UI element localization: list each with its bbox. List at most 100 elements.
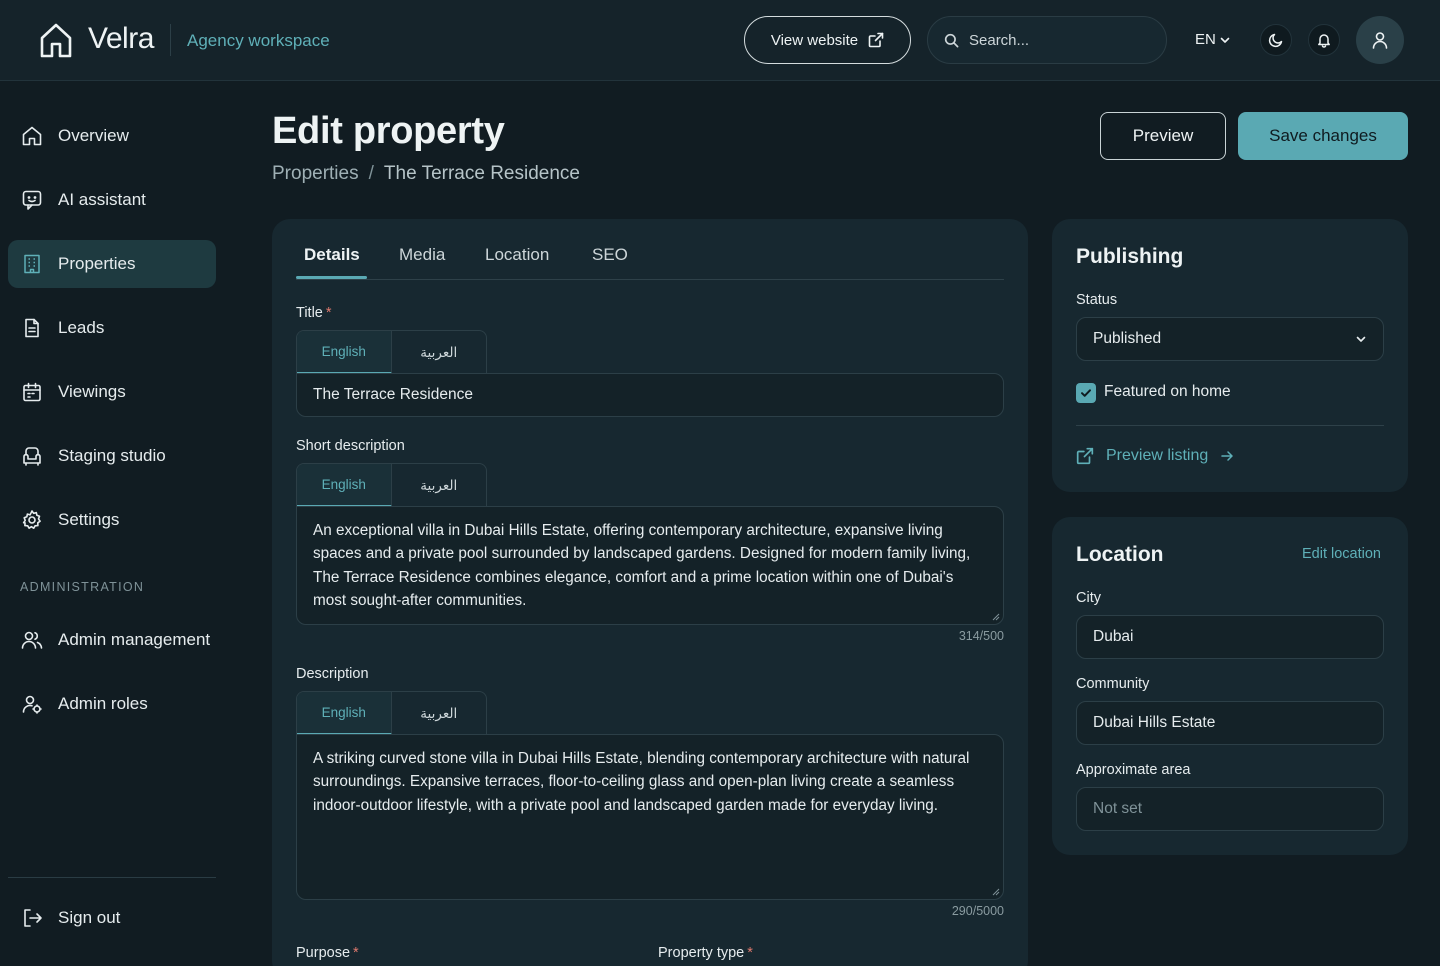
view-website-label: View website bbox=[770, 31, 859, 49]
city-input[interactable]: Dubai bbox=[1076, 615, 1384, 659]
moon-icon bbox=[1268, 32, 1284, 48]
breadcrumb-current: The Terrace Residence bbox=[383, 163, 580, 184]
community-label: Community bbox=[1076, 676, 1150, 692]
resize-grip-icon[interactable] bbox=[992, 613, 1000, 621]
sidebar-item-viewings[interactable]: Viewings bbox=[8, 368, 216, 416]
preview-listing-label: Preview listing bbox=[1106, 447, 1209, 464]
title-language-tabs: English العربية bbox=[296, 330, 487, 374]
language-selector[interactable]: EN bbox=[1195, 31, 1231, 48]
title-lang-tab-arabic[interactable]: العربية bbox=[392, 331, 487, 374]
sidebar-item-overview[interactable]: Overview bbox=[8, 112, 216, 160]
home-icon bbox=[20, 124, 44, 148]
sidebar-item-admin-roles[interactable]: Admin roles bbox=[8, 680, 216, 728]
short-description-textarea[interactable]: An exceptional villa in Dubai Hills Esta… bbox=[296, 506, 1004, 625]
publishing-title: Publishing bbox=[1076, 245, 1184, 268]
short-description-label: Short description bbox=[296, 438, 405, 454]
short-description-lang-tab-english[interactable]: English bbox=[297, 464, 392, 507]
arrow-right-icon bbox=[1220, 449, 1234, 463]
tab-media[interactable]: Media bbox=[399, 245, 445, 265]
sidebar-item-label: Staging studio bbox=[58, 446, 166, 465]
community-input[interactable]: Dubai Hills Estate bbox=[1076, 701, 1384, 745]
preview-listing-link[interactable]: Preview listing bbox=[1076, 447, 1234, 465]
external-link-icon bbox=[1076, 447, 1094, 465]
property-type-label: Property type * bbox=[658, 945, 753, 961]
short-description-language-tabs: English العربية bbox=[296, 463, 487, 507]
search-input[interactable] bbox=[969, 31, 1149, 49]
title-label-text: Title bbox=[296, 305, 323, 321]
sidebar-item-label: Properties bbox=[58, 254, 136, 273]
short-description-counter: 314/500 bbox=[958, 629, 1004, 643]
description-textarea[interactable]: A striking curved stone villa in Dubai H… bbox=[296, 734, 1004, 900]
tab-location[interactable]: Location bbox=[485, 245, 549, 265]
required-mark: * bbox=[325, 305, 332, 321]
sign-out-icon bbox=[20, 906, 44, 930]
theme-toggle-button[interactable] bbox=[1260, 24, 1292, 56]
description-lang-tab-arabic[interactable]: العربية bbox=[392, 692, 487, 735]
sign-out-label: Sign out bbox=[58, 908, 121, 927]
required-mark: * bbox=[353, 945, 359, 961]
purpose-label-text: Purpose bbox=[296, 945, 351, 961]
bell-icon bbox=[1316, 32, 1332, 48]
preview-button[interactable]: Preview bbox=[1100, 112, 1226, 160]
resize-grip-icon[interactable] bbox=[992, 888, 1000, 896]
sidebar-item-staging-studio[interactable]: Staging studio bbox=[8, 432, 216, 480]
purpose-label: Purpose * bbox=[296, 945, 359, 961]
sidebar-item-leads[interactable]: Leads bbox=[8, 304, 216, 352]
featured-checkbox[interactable] bbox=[1076, 383, 1096, 403]
description-language-tabs: English العربية bbox=[296, 691, 487, 735]
property-type-label-text: Property type bbox=[658, 945, 745, 961]
chat-bot-icon bbox=[20, 188, 44, 212]
gear-icon bbox=[20, 508, 44, 532]
user-role-icon bbox=[20, 692, 44, 716]
status-label: Status bbox=[1076, 292, 1118, 308]
logo-house-icon bbox=[38, 22, 74, 58]
sidebar-item-admin-management[interactable]: Admin management bbox=[8, 616, 216, 664]
short-description-lang-tab-arabic[interactable]: العربية bbox=[392, 464, 487, 507]
featured-label[interactable]: Featured on home bbox=[1104, 383, 1231, 401]
view-website-button[interactable]: View website bbox=[744, 16, 911, 64]
save-changes-button[interactable]: Save changes bbox=[1238, 112, 1408, 160]
edit-location-link[interactable]: Edit location bbox=[1302, 546, 1381, 562]
description-counter: 290/5000 bbox=[951, 904, 1004, 918]
short-description-text: An exceptional villa in Dubai Hills Esta… bbox=[313, 522, 971, 609]
brand-name: Velra bbox=[88, 22, 154, 55]
tab-seo[interactable]: SEO bbox=[592, 245, 628, 265]
sidebar-item-label: Settings bbox=[58, 510, 120, 529]
title-field-label: Title * bbox=[296, 305, 332, 321]
chevron-down-icon bbox=[1355, 333, 1367, 345]
armchair-icon bbox=[20, 444, 44, 468]
active-tab-indicator bbox=[296, 276, 367, 279]
workspace-label: Agency workspace bbox=[187, 31, 330, 50]
title-input[interactable]: The Terrace Residence bbox=[296, 373, 1004, 417]
chevron-down-icon bbox=[1219, 34, 1231, 46]
sidebar-item-label: Admin roles bbox=[58, 694, 148, 713]
sidebar-item-properties[interactable]: Properties bbox=[8, 240, 216, 288]
sidebar-divider bbox=[8, 877, 216, 878]
description-text: A striking curved stone villa in Dubai H… bbox=[313, 750, 970, 814]
description-label: Description bbox=[296, 666, 369, 682]
sidebar-item-ai-assistant[interactable]: AI assistant bbox=[8, 176, 216, 224]
approximate-area-label: Approximate area bbox=[1076, 762, 1191, 778]
search-box[interactable] bbox=[927, 16, 1167, 64]
admin-section-label: ADMINISTRATION bbox=[20, 580, 145, 594]
publishing-divider bbox=[1076, 425, 1384, 426]
city-label: City bbox=[1076, 590, 1101, 606]
sidebar-item-label: AI assistant bbox=[58, 190, 146, 209]
breadcrumb: Properties / The Terrace Residence bbox=[272, 163, 580, 185]
user-avatar-button[interactable] bbox=[1356, 16, 1404, 64]
description-lang-tab-english[interactable]: English bbox=[297, 692, 392, 735]
user-icon bbox=[1370, 30, 1390, 50]
tab-details[interactable]: Details bbox=[304, 245, 360, 265]
required-mark: * bbox=[747, 945, 753, 961]
building-icon bbox=[20, 252, 44, 276]
title-lang-tab-english[interactable]: English bbox=[297, 331, 392, 374]
approximate-area-input[interactable]: Not set bbox=[1076, 787, 1384, 831]
notifications-button[interactable] bbox=[1308, 24, 1340, 56]
status-select[interactable]: Published bbox=[1076, 317, 1384, 361]
sign-out-button[interactable]: Sign out bbox=[8, 894, 216, 942]
sidebar-item-label: Viewings bbox=[58, 382, 126, 401]
breadcrumb-separator: / bbox=[368, 163, 374, 184]
tabs-divider bbox=[296, 279, 1004, 280]
breadcrumb-properties-link[interactable]: Properties bbox=[272, 163, 359, 185]
sidebar-item-settings[interactable]: Settings bbox=[8, 496, 216, 544]
